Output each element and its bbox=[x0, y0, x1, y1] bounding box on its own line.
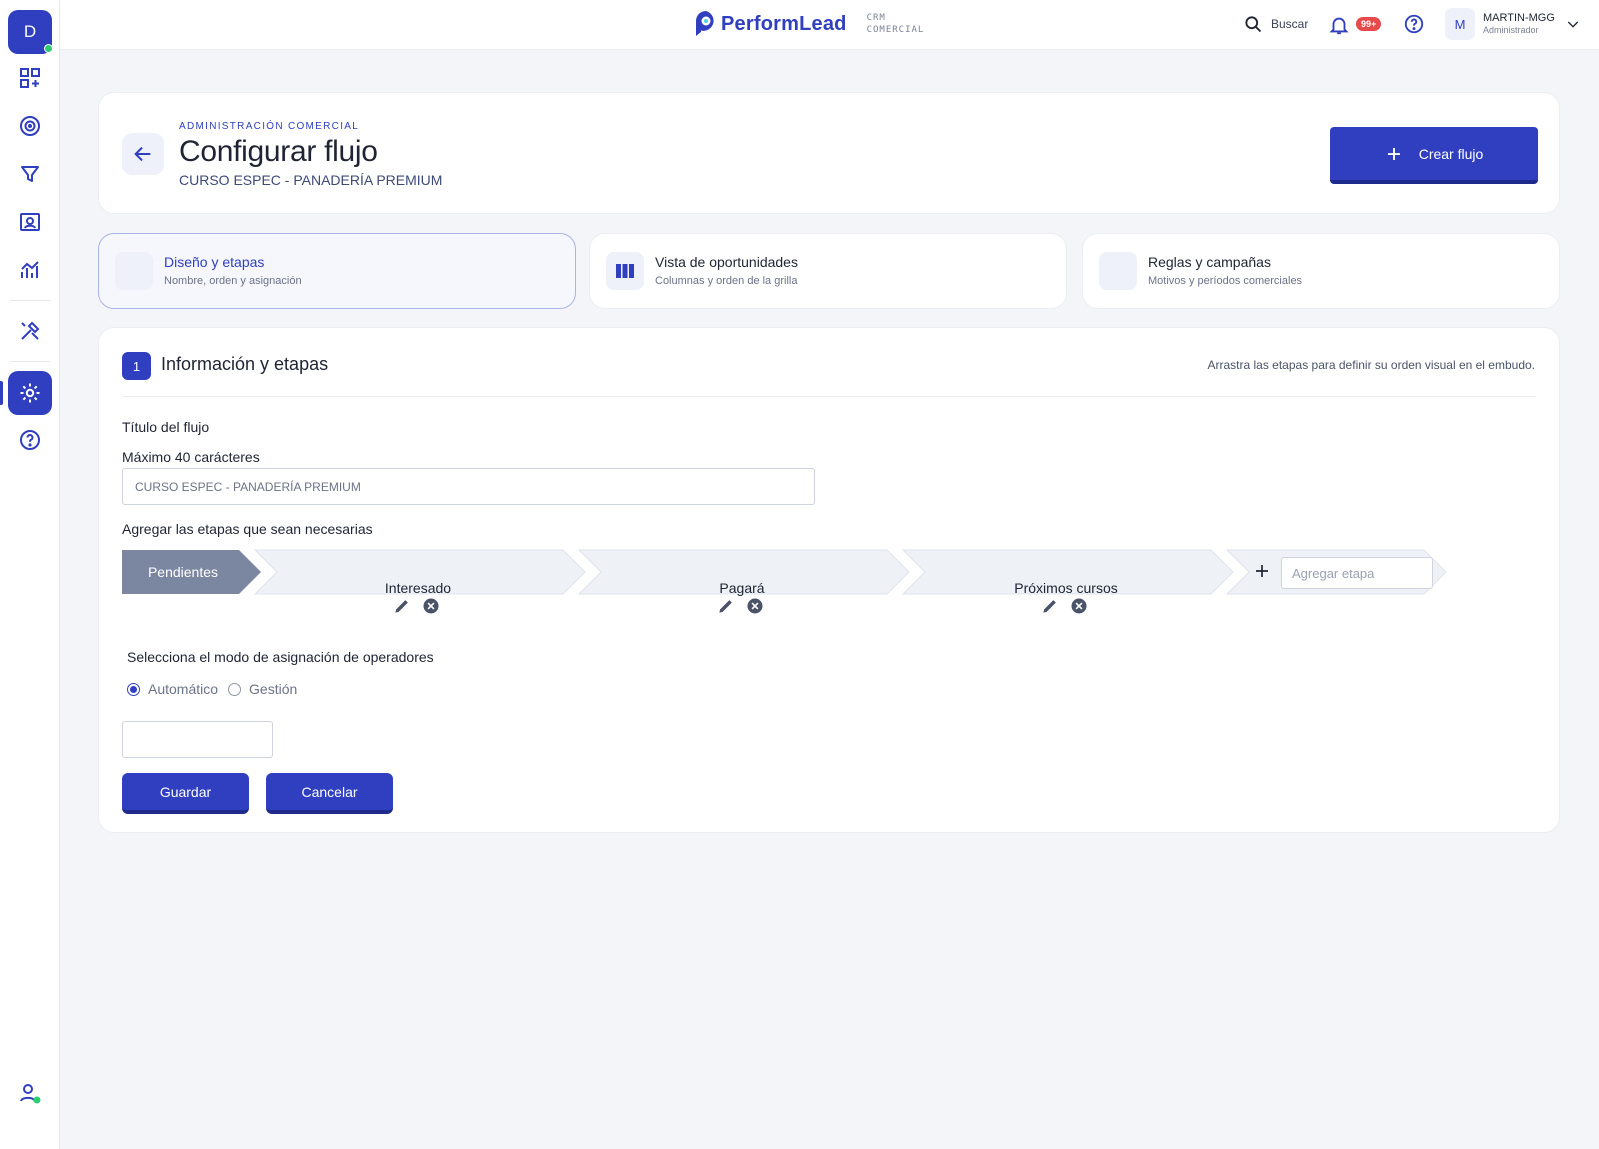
stage-label-proximos-cursos: Próximos cursos bbox=[1014, 580, 1118, 596]
filter-funnel-icon[interactable] bbox=[8, 154, 52, 194]
user-menu[interactable]: M MARTIN-MGG Administrador bbox=[1445, 8, 1581, 40]
brand-name: PerformLead bbox=[721, 12, 847, 35]
analytics-chart-icon[interactable] bbox=[8, 250, 52, 290]
back-button[interactable] bbox=[122, 133, 164, 175]
edit-pencil-icon[interactable] bbox=[392, 596, 412, 616]
settings-gear-icon[interactable] bbox=[8, 371, 52, 415]
tab-description: Nombre, orden y asignación bbox=[164, 275, 302, 287]
create-flow-label: Crear flujo bbox=[1418, 145, 1484, 162]
search-button[interactable]: Buscar bbox=[1243, 14, 1308, 34]
radio-gestion[interactable] bbox=[228, 682, 242, 696]
assign-mode-label: Selecciona el modo de asignación de oper… bbox=[127, 649, 434, 665]
assign-mode-radio-group: Automático Gestión bbox=[127, 681, 297, 697]
help-circle-icon[interactable] bbox=[8, 420, 52, 460]
cancel-button-label: Cancelar bbox=[301, 783, 358, 800]
tab-design-icon bbox=[115, 252, 153, 290]
search-icon bbox=[1245, 16, 1262, 33]
tab-description: Columnas y orden de la grilla bbox=[655, 275, 798, 287]
page-eyebrow: ADMINISTRACIÓN COMERCIAL bbox=[179, 121, 360, 132]
brand-logo[interactable]: PerformLead CRM COMERCIAL bbox=[695, 10, 924, 38]
user-avatar: M bbox=[1445, 8, 1475, 40]
add-stage-plus-icon[interactable] bbox=[1254, 563, 1270, 579]
target-icon[interactable] bbox=[8, 106, 52, 146]
save-button-label: Guardar bbox=[159, 783, 212, 800]
brand-pin-icon bbox=[696, 11, 714, 36]
tab-title: Diseño y etapas bbox=[164, 254, 265, 270]
sidebar-divider bbox=[10, 300, 50, 301]
workspace-avatar[interactable]: D bbox=[8, 10, 53, 54]
stage-label-interesado: Interesado bbox=[384, 580, 452, 596]
dashboard-add-icon[interactable] bbox=[8, 58, 52, 98]
remove-circle-icon[interactable] bbox=[745, 596, 765, 616]
save-button[interactable]: Guardar bbox=[122, 773, 249, 814]
edit-pencil-icon[interactable] bbox=[716, 596, 736, 616]
tab-design-stages[interactable]: Diseño y etapas Nombre, orden y asignaci… bbox=[98, 233, 576, 309]
tab-description: Motivos y períodos comerciales bbox=[1148, 275, 1303, 287]
page-title: Configurar flujo bbox=[179, 135, 378, 168]
stage-label-pendientes: Pendientes bbox=[147, 564, 219, 580]
page-header-card: ADMINISTRACIÓN COMERCIAL Configurar fluj… bbox=[98, 92, 1560, 214]
active-indicator bbox=[0, 381, 3, 405]
contact-card-icon[interactable] bbox=[8, 202, 52, 242]
remove-circle-icon[interactable] bbox=[421, 596, 441, 616]
chevron-down-icon bbox=[1567, 21, 1579, 28]
user-role: Administrador bbox=[1483, 25, 1539, 35]
tab-rules-icon bbox=[1099, 252, 1137, 290]
radio-gestion-label: Gestión bbox=[249, 681, 298, 697]
user-online-icon[interactable] bbox=[8, 1073, 52, 1113]
user-name: MARTIN-MGG bbox=[1483, 12, 1555, 24]
sidebar-divider bbox=[10, 361, 50, 362]
notifications-badge: 99+ bbox=[1356, 17, 1382, 31]
arrow-left-icon bbox=[134, 146, 151, 162]
tab-opportunities-view[interactable]: Vista de oportunidades Columnas y orden … bbox=[589, 233, 1067, 309]
search-label: Buscar bbox=[1271, 17, 1309, 31]
create-flow-button[interactable]: Crear flujo bbox=[1330, 127, 1538, 184]
add-stage-input[interactable] bbox=[1281, 557, 1433, 589]
user-info: MARTIN-MGG Administrador bbox=[1483, 12, 1555, 36]
workspace-avatar-letter: D bbox=[23, 22, 37, 41]
top-bar: PerformLead CRM COMERCIAL Buscar 99+ M M… bbox=[60, 0, 1599, 50]
operator-input[interactable] bbox=[122, 721, 273, 758]
help-icon[interactable] bbox=[1403, 13, 1425, 35]
tools-icon[interactable] bbox=[8, 311, 52, 351]
sidebar: D bbox=[0, 0, 60, 1149]
radio-automatico-label: Automático bbox=[148, 681, 219, 697]
brand-sub-crm: CRM bbox=[866, 13, 886, 23]
edit-pencil-icon[interactable] bbox=[1040, 596, 1060, 616]
radio-automatico[interactable] bbox=[127, 682, 140, 696]
bell-icon[interactable] bbox=[1328, 13, 1350, 37]
page-subtitle: CURSO ESPEC - PANADERÍA PREMIUM bbox=[179, 172, 443, 188]
columns-icon bbox=[606, 252, 644, 290]
tab-title: Reglas y campañas bbox=[1148, 254, 1271, 270]
online-status-dot bbox=[44, 44, 53, 53]
plus-icon bbox=[1387, 147, 1400, 160]
remove-circle-icon[interactable] bbox=[1069, 596, 1089, 616]
tab-rules-campaigns[interactable]: Reglas y campañas Motivos y períodos com… bbox=[1082, 233, 1560, 309]
stages-section-card: 1 Información y etapas Arrastra las etap… bbox=[98, 327, 1560, 833]
stage-label-pagara: Pagará bbox=[719, 580, 765, 596]
brand-subtitle: CRM COMERCIAL bbox=[867, 12, 925, 36]
tab-title: Vista de oportunidades bbox=[655, 254, 798, 270]
cancel-button[interactable]: Cancelar bbox=[266, 773, 393, 814]
brand-sub-comercial: COMERCIAL bbox=[866, 25, 925, 35]
